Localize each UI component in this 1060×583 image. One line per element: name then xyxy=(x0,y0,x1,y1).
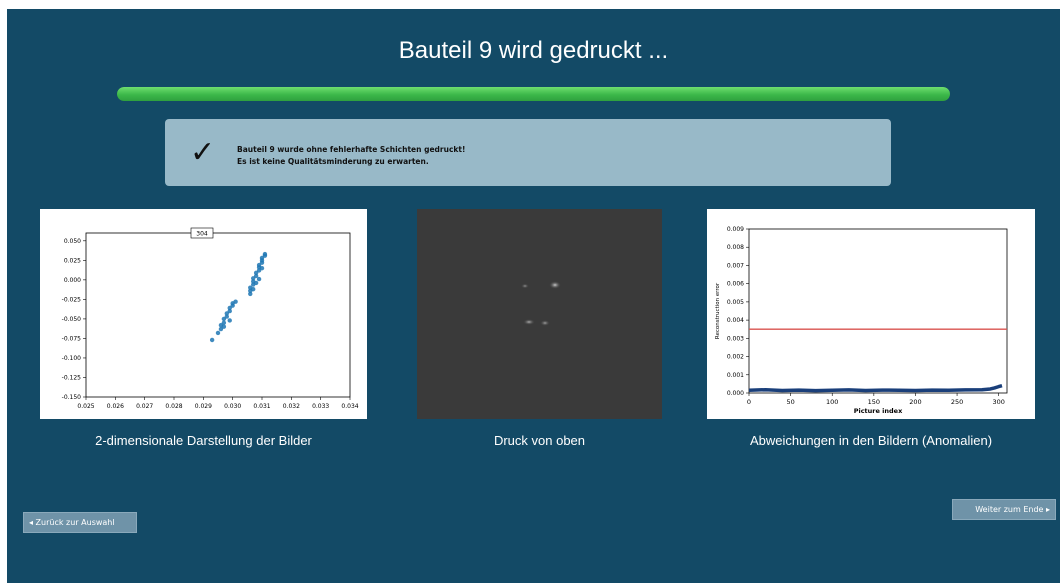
x-tick-label: 0 xyxy=(747,398,751,406)
reconstruction-error-series xyxy=(748,384,1003,393)
back-to-selection-button[interactable]: ◂ Zurück zur Auswahl xyxy=(23,512,137,533)
top-view-caption: Druck von oben xyxy=(493,433,586,448)
continue-to-end-button[interactable]: Weiter zum Ende ▸ xyxy=(952,499,1056,520)
status-line-2: Es ist keine Qualitätsminderung zu erwar… xyxy=(237,157,429,166)
x-tick-label: 0.033 xyxy=(312,403,329,410)
scatter-caption: 2-dimensionale Darstellung der Bilder xyxy=(95,433,312,448)
y-tick-label: 0.000 xyxy=(727,390,744,397)
annotation-label: 304 xyxy=(196,231,208,238)
x-tick-label: 0.029 xyxy=(195,403,212,410)
check-icon: ✓ xyxy=(190,135,216,170)
y-tick-label: 0.050 xyxy=(64,238,81,245)
scatter-point xyxy=(253,280,259,286)
y-tick-label: -0.150 xyxy=(62,394,82,401)
x-tick-label: 200 xyxy=(909,398,921,406)
y-tick-label: -0.025 xyxy=(62,296,82,303)
y-tick-label: -0.100 xyxy=(62,355,82,362)
y-tick-label: 0.025 xyxy=(64,257,81,264)
anomaly-caption: Abweichungen in den Bildern (Anomalien) xyxy=(749,433,993,448)
y-tick-label: 0.006 xyxy=(727,281,744,288)
x-tick-label: 0.032 xyxy=(283,403,300,410)
scatter-point xyxy=(233,299,238,304)
x-tick-label: 0.025 xyxy=(77,403,94,410)
top-view-image xyxy=(417,209,662,419)
reconstruction-error-panel: 0 50 100 150 200 250 300 0.000 0.001 0.002 0.003 0.… xyxy=(707,209,1035,419)
status-message-box: ✓ Bauteil 9 wurde ohne fehlerhafte Schic… xyxy=(165,119,891,186)
x-tick-label: 250 xyxy=(951,398,963,406)
scatter-point xyxy=(251,287,256,292)
app-window: Bauteil 9 wird gedruckt ... ✓ Bauteil 9 … xyxy=(7,9,1060,583)
plot-frame xyxy=(748,228,1008,394)
reconstruction-error-chart: 0 50 100 150 200 250 300 0.000 0.001 0.002 0.003 0.… xyxy=(715,226,1008,415)
x-tick-label: 50 xyxy=(786,398,794,406)
y-tick-label: -0.075 xyxy=(62,335,82,342)
progress-fill xyxy=(117,87,950,101)
scatter-point xyxy=(215,330,221,336)
x-axis-label: Picture index xyxy=(854,407,903,415)
y-tick-label: -0.125 xyxy=(62,374,82,381)
y-tick-label: 0.009 xyxy=(727,226,744,233)
progress-bar xyxy=(117,87,950,101)
scatter-point xyxy=(259,265,265,271)
x-tick-label: 0.034 xyxy=(341,403,358,410)
y-tick-label: 0.005 xyxy=(727,299,744,306)
x-tick-label: 300 xyxy=(992,398,1004,406)
status-line-1: Bauteil 9 wurde ohne fehlerhafte Schicht… xyxy=(237,145,466,154)
x-tick-label: 0.028 xyxy=(165,403,182,410)
x-tick-label: 0.026 xyxy=(107,403,124,410)
x-tick-label: 150 xyxy=(868,398,880,406)
scatter-point xyxy=(256,276,262,282)
y-tick-label: 0.000 xyxy=(64,277,81,284)
y-tick-label: 0.004 xyxy=(727,317,744,324)
scatter-plot-panel: 0.025 0.026 0.027 0.028 0.029 0.030 0.031 0.032… xyxy=(40,209,367,419)
scatter-point xyxy=(227,318,232,323)
scatter-point xyxy=(221,324,227,329)
x-tick-label: 0.030 xyxy=(224,403,241,410)
x-tick-label: 0.027 xyxy=(136,403,153,410)
scatter-point xyxy=(209,337,215,343)
y-tick-label: 0.002 xyxy=(727,354,744,361)
print-top-view-image xyxy=(417,209,662,419)
plot-frame xyxy=(85,232,351,398)
y-tick-label: 0.001 xyxy=(727,372,744,379)
y-tick-label: 0.008 xyxy=(727,244,744,251)
scatter-plot: 0.025 0.026 0.027 0.028 0.029 0.030 0.031 0.032… xyxy=(62,227,359,410)
y-axis-label: Reconstruction error xyxy=(715,282,721,339)
scatter-point xyxy=(221,320,227,326)
scatter-point xyxy=(262,251,268,257)
x-tick-label: 100 xyxy=(826,398,838,406)
page-title: Bauteil 9 wird gedruckt ... xyxy=(398,37,669,64)
y-tick-label: 0.003 xyxy=(727,335,744,342)
x-tick-label: 0.031 xyxy=(253,403,270,410)
y-tick-label: 0.007 xyxy=(727,262,744,269)
y-tick-label: -0.050 xyxy=(62,316,82,323)
